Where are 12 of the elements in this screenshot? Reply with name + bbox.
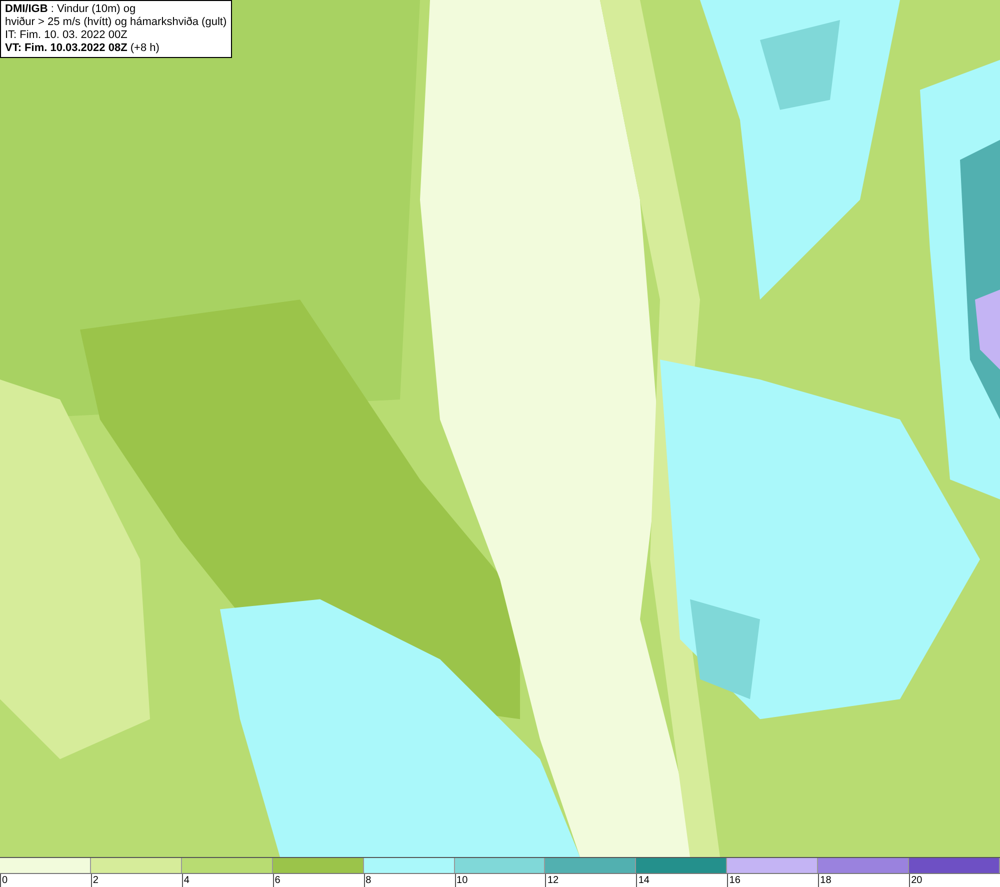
scale-label: 16: [727, 874, 740, 887]
scale-label: 8: [364, 874, 372, 887]
scale-label: 18: [818, 874, 832, 887]
scale-label: 10: [454, 874, 468, 887]
scale-label: 2: [90, 874, 98, 887]
map-info-text: DMI/IGB : Vindur (10m) og hviður > 25 m/s (hvítt) og hámarkshviða (gult) IT: Fim. 10. 03. 2022 00Z VT: Fim. 10.03.2022 08Z (+8 h): [0, 0, 232, 58]
scale-label: 14: [636, 874, 650, 887]
scale-label: 20: [909, 874, 922, 887]
scale-label: 12: [545, 874, 559, 887]
scale-label: 4: [182, 874, 190, 887]
scale-label: 0: [0, 874, 8, 887]
scale-label: 6: [272, 874, 280, 887]
